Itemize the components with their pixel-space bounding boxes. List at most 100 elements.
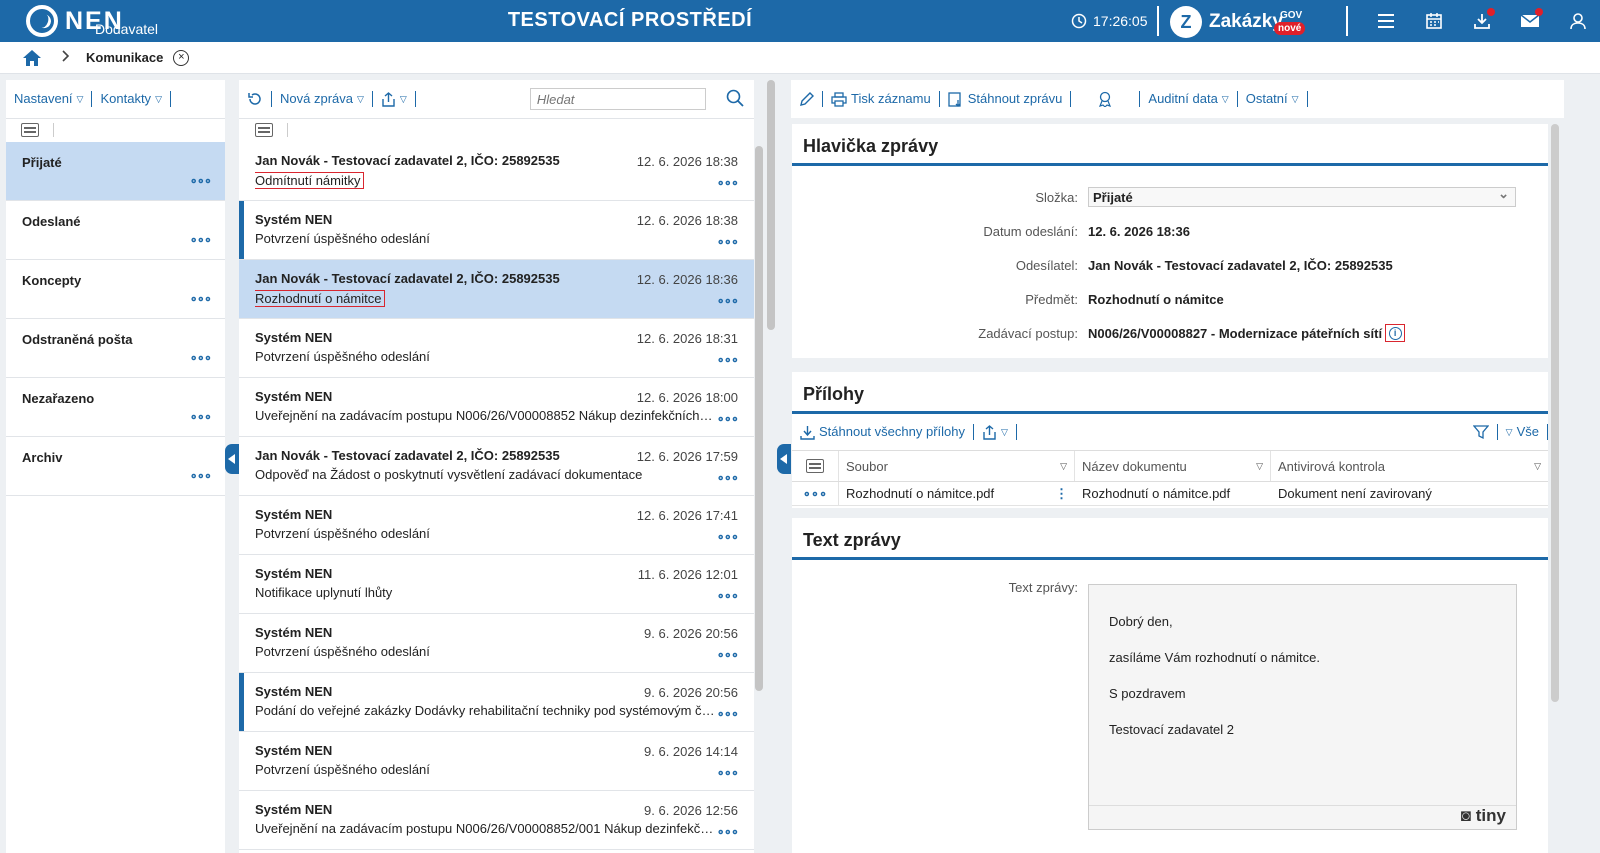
message-subject: Rozhodnutí o námitce [255, 290, 386, 307]
message-item[interactable]: Jan Novák - Testovací zadavatel 2, IČO: … [239, 142, 754, 201]
more-icon[interactable]: ∘∘∘ [190, 351, 212, 364]
more-icon[interactable]: ∘∘∘ [190, 410, 212, 423]
other-menu[interactable]: Ostatní ▽ [1238, 91, 1308, 107]
sort-icon[interactable]: ▽ [1256, 461, 1263, 472]
page-scrollbar[interactable] [767, 80, 775, 330]
export-menu[interactable]: ▽ [974, 424, 1017, 440]
more-icon[interactable]: ∘∘∘ [717, 707, 739, 720]
message-item[interactable]: Systém NEN 12. 6. 2026 18:31 Potvrzení úsp… [239, 319, 754, 378]
column-settings-icon[interactable] [21, 123, 39, 137]
message-text-editor[interactable]: Dobrý den, zasíláme Vám rozhodnutí o námi… [1088, 584, 1517, 830]
new-message-label: Nová zpráva [280, 91, 353, 106]
download-icon[interactable] [1458, 0, 1506, 42]
table-row[interactable]: ∘∘∘ Rozhodnutí o námitce.pdf ⋮ Rozhodnutí… [792, 482, 1548, 506]
search-input[interactable] [529, 88, 706, 110]
more-icon[interactable]: ∘∘∘ [717, 471, 739, 484]
folder-select[interactable]: Přijaté [1088, 186, 1516, 207]
message-item[interactable]: Systém NEN 9. 6. 2026 14:14 Potvrzení úspě… [239, 732, 754, 791]
certificate-button[interactable] [1071, 91, 1141, 107]
more-icon[interactable]: ∘∘∘ [190, 233, 212, 246]
zakazky-link[interactable]: Z Zakázky GOV nové [1170, 6, 1306, 38]
folder-item[interactable]: Nezařazeno ∘∘∘ [6, 378, 225, 437]
message-date: 9. 6. 2026 20:56 [644, 626, 738, 641]
sender-label: Odesílatel: [1015, 257, 1078, 273]
settings-menu[interactable]: Nastavení ▽ [6, 91, 93, 107]
sort-icon[interactable]: ▽ [1060, 461, 1067, 472]
show-all-label: Vše [1516, 424, 1539, 439]
user-icon[interactable] [1554, 0, 1600, 42]
home-icon[interactable] [22, 48, 42, 68]
message-list: Jan Novák - Testovací zadavatel 2, IČO: … [239, 142, 754, 850]
audit-menu[interactable]: Auditní data ▽ [1140, 91, 1238, 107]
message-item[interactable]: Systém NEN 12. 6. 2026 18:38 Potvrzení úsp… [239, 201, 754, 260]
message-item[interactable]: Systém NEN 11. 6. 2026 12:01 Notifikace up… [239, 555, 754, 614]
message-item[interactable]: Systém NEN 9. 6. 2026 20:56 Podání do veře… [239, 673, 754, 732]
more-icon[interactable]: ∘∘∘ [717, 412, 739, 425]
collapse-folders-button[interactable] [225, 444, 239, 474]
search-icon[interactable] [726, 89, 744, 110]
grid-settings-cell[interactable] [792, 451, 839, 481]
edit-button[interactable] [791, 91, 823, 107]
message-item[interactable]: Systém NEN 12. 6. 2026 18:00 Uveřejnění na… [239, 378, 754, 437]
folders-toolbar: Nastavení ▽ Kontakty ▽ [6, 80, 225, 118]
more-icon[interactable]: ∘∘∘ [190, 292, 212, 305]
more-icon[interactable]: ∘∘∘ [717, 294, 739, 307]
triangle-down-icon: ▽ [1505, 427, 1513, 437]
close-tab-icon[interactable]: × [173, 49, 190, 66]
message-subject: Notifikace uplynutí lhůty [255, 585, 393, 600]
message-item[interactable]: Jan Novák - Testovací zadavatel 2, IČO: … [239, 260, 754, 319]
print-button[interactable]: Tisk záznamu [823, 91, 940, 107]
folder-item[interactable]: Odeslané ∘∘∘ [6, 201, 225, 260]
message-item[interactable]: Systém NEN 9. 6. 2026 20:56 Potvrzení úspě… [239, 614, 754, 673]
message-date: 12. 6. 2026 18:38 [636, 154, 738, 169]
folder-item[interactable]: Archiv ∘∘∘ [6, 437, 225, 496]
folder-item[interactable]: Odstraněná pošta ∘∘∘ [6, 319, 225, 378]
more-icon[interactable]: ∘∘∘ [190, 174, 212, 187]
refresh-button[interactable] [239, 91, 272, 107]
column-header-file[interactable]: Soubor ▽ [839, 451, 1075, 481]
calendar-icon[interactable] [1410, 0, 1458, 42]
menu-icon[interactable] [1362, 0, 1410, 42]
more-icon[interactable]: ∘∘∘ [717, 530, 739, 543]
more-icon[interactable]: ∘∘∘ [717, 235, 739, 248]
more-icon[interactable]: ∘∘∘ [190, 469, 212, 482]
detail-scrollbar[interactable] [1551, 124, 1559, 702]
procedure-row: Zadávací postup: N006/26/V00008827 - Mode… [792, 316, 1548, 350]
folder-item[interactable]: Koncepty ∘∘∘ [6, 260, 225, 319]
breadcrumb-current[interactable]: Komunikace [86, 50, 163, 65]
more-icon[interactable]: ∘∘∘ [717, 353, 739, 366]
column-settings-icon[interactable] [255, 123, 273, 137]
top-bar: NEN Dodavatel TESTOVACÍ PROSTŘEDÍ 17:26:… [0, 0, 1600, 42]
column-header-antivirus[interactable]: Antivirová kontrola ▽ [1271, 451, 1548, 481]
more-icon[interactable]: ∘∘∘ [717, 825, 739, 838]
more-icon[interactable]: ∘∘∘ [717, 589, 739, 602]
show-all-menu[interactable]: ▽ Vše [1498, 424, 1548, 440]
download-message-button[interactable]: Stáhnout zprávu [940, 91, 1072, 107]
message-list-scrollbar[interactable] [755, 146, 763, 691]
new-message-menu[interactable]: Nová zpráva ▽ [272, 91, 373, 107]
sort-icon[interactable]: ▽ [1534, 461, 1541, 472]
export-menu[interactable]: ▽ [373, 91, 416, 107]
contacts-menu[interactable]: Kontakty ▽ [92, 91, 171, 107]
kebab-icon[interactable]: ⋮ [1055, 486, 1068, 502]
folder-item[interactable]: Přijaté ∘∘∘ [6, 142, 225, 201]
contacts-label: Kontakty [100, 91, 152, 106]
row-actions-icon[interactable]: ∘∘∘ [792, 482, 839, 505]
mail-icon[interactable] [1506, 0, 1554, 42]
column-header-label: Název dokumentu [1082, 458, 1187, 474]
message-item[interactable]: Systém NEN 9. 6. 2026 12:56 Uveřejnění na … [239, 791, 754, 850]
file-cell[interactable]: Rozhodnutí o námitce.pdf ⋮ [839, 482, 1075, 505]
procedure-value: N006/26/V00008827 - Modernizace páteřníc… [1088, 325, 1383, 341]
more-icon[interactable]: ∘∘∘ [717, 176, 739, 189]
message-date: 9. 6. 2026 12:56 [644, 803, 738, 818]
message-item[interactable]: Systém NEN 12. 6. 2026 17:41 Potvrzení úsp… [239, 496, 754, 555]
filter-button[interactable] [1465, 424, 1498, 440]
message-item[interactable]: Jan Novák - Testovací zadavatel 2, IČO: … [239, 437, 754, 496]
download-icon [800, 425, 815, 440]
info-button[interactable]: i [1385, 324, 1406, 342]
column-header-docname[interactable]: Název dokumentu ▽ [1075, 451, 1271, 481]
download-all-button[interactable]: Stáhnout všechny přílohy [792, 424, 974, 440]
more-icon[interactable]: ∘∘∘ [717, 766, 739, 779]
more-icon[interactable]: ∘∘∘ [717, 648, 739, 661]
collapse-list-button[interactable] [777, 444, 791, 474]
